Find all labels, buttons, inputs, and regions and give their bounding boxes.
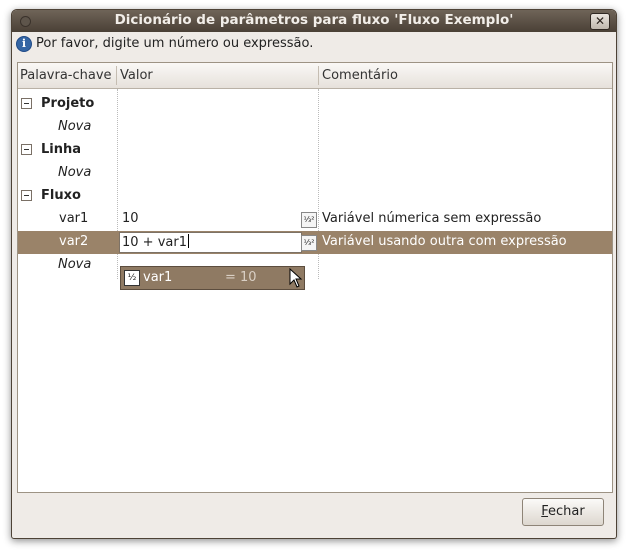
window-title: Dicionário de parâmetros para fluxo 'Flu… bbox=[114, 12, 514, 28]
parameter-comment[interactable]: Variável usando outra com expressão bbox=[322, 234, 567, 249]
tree-row-new[interactable]: Nova bbox=[18, 116, 612, 139]
collapse-icon[interactable] bbox=[21, 190, 32, 201]
numeric-type-icon: ¹⁄₃² bbox=[301, 212, 317, 228]
column-separator[interactable] bbox=[116, 66, 117, 85]
tree-row-new[interactable]: Nova bbox=[18, 254, 612, 277]
autocomplete-popup[interactable]: ½ var1 = 10 bbox=[120, 266, 305, 290]
autocomplete-value: = 10 bbox=[225, 270, 257, 285]
new-parameter-label: Nova bbox=[58, 119, 92, 134]
window-close-button[interactable]: ✕ bbox=[590, 13, 610, 30]
close-button[interactable]: Fechar bbox=[522, 498, 604, 526]
parameter-key: var2 bbox=[59, 234, 89, 249]
title-bar[interactable]: Dicionário de parâmetros para fluxo 'Flu… bbox=[12, 10, 616, 32]
collapse-icon[interactable] bbox=[21, 144, 32, 155]
tree-row-parameter-selected[interactable]: var2 10 + var1 ¹⁄₃² Variável usando outr… bbox=[18, 231, 612, 254]
group-label: Linha bbox=[41, 142, 82, 157]
parameter-value[interactable]: 10 bbox=[122, 211, 139, 226]
value-edit-input[interactable]: 10 + var1 bbox=[119, 232, 302, 253]
new-parameter-label: Nova bbox=[58, 165, 92, 180]
parameter-key: var1 bbox=[59, 211, 89, 226]
group-label: Projeto bbox=[41, 96, 95, 111]
parameter-tree[interactable]: Palavra-chave Valor Comentário Projeto N… bbox=[17, 62, 613, 493]
close-label: echar bbox=[548, 504, 585, 519]
fraction-icon: ½ bbox=[124, 270, 140, 286]
column-separator[interactable] bbox=[318, 66, 319, 85]
tree-row-group[interactable]: Linha bbox=[18, 139, 612, 162]
tree-row-new[interactable]: Nova bbox=[18, 162, 612, 185]
column-keyword[interactable]: Palavra-chave bbox=[20, 68, 112, 83]
value-edit-text[interactable]: 10 + var1 bbox=[122, 234, 189, 250]
info-text: Por favor, digite um número ou expressão… bbox=[36, 36, 314, 51]
tree-row-group[interactable]: Projeto bbox=[18, 93, 612, 116]
tree-row-parameter[interactable]: var1 10 ¹⁄₃² Variável númerica sem expre… bbox=[18, 208, 612, 231]
parameter-comment[interactable]: Variável númerica sem expressão bbox=[322, 211, 541, 226]
collapse-icon[interactable] bbox=[21, 98, 32, 109]
tree-header: Palavra-chave Valor Comentário bbox=[18, 63, 612, 89]
expression-type-icon: ¹⁄₃² bbox=[301, 235, 317, 251]
autocomplete-name[interactable]: var1 bbox=[143, 270, 172, 285]
group-label: Fluxo bbox=[41, 188, 81, 203]
info-icon: i bbox=[16, 36, 32, 52]
close-mnemonic: F bbox=[541, 504, 549, 519]
new-parameter-label: Nova bbox=[58, 257, 92, 272]
mouse-pointer-icon bbox=[289, 268, 303, 288]
column-comment[interactable]: Comentário bbox=[322, 68, 398, 83]
dialog-window: Dicionário de parâmetros para fluxo 'Flu… bbox=[11, 9, 617, 539]
tree-row-group[interactable]: Fluxo bbox=[18, 185, 612, 208]
column-value[interactable]: Valor bbox=[120, 68, 153, 83]
